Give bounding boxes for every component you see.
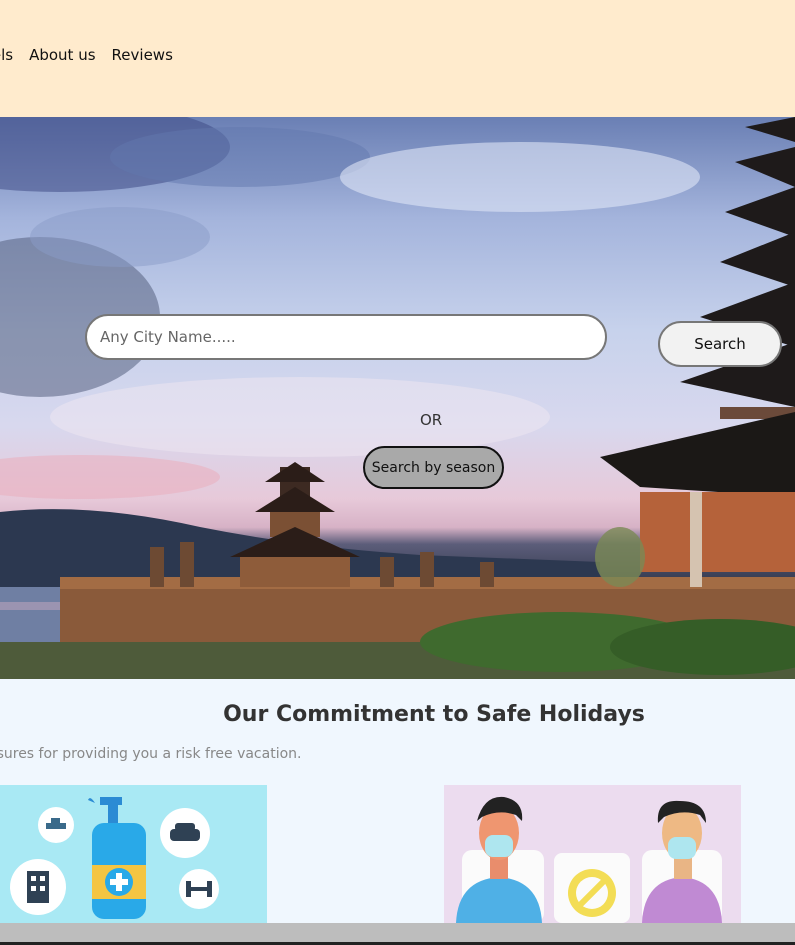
distancing-card [444,785,741,923]
horizontal-scrollbar[interactable] [0,923,795,945]
or-separator: OR [420,411,443,429]
commitment-subtitle: asures for providing you a risk free vac… [0,746,302,762]
search-by-season-button[interactable]: Search by season [363,446,504,489]
sanitizer-card [0,785,267,923]
sanitizer-illustration [10,797,219,919]
hero-banner: Search OR Search by season [0,117,795,679]
site-header: tels About us Reviews [0,0,795,117]
nav-link-hotels[interactable]: tels [0,46,13,64]
nav-link-reviews[interactable]: Reviews [112,46,173,64]
social-distancing-illustration [456,796,722,923]
search-button[interactable]: Search [658,321,782,367]
main-nav: tels About us Reviews [0,46,173,64]
temple-landscape-image [0,117,795,679]
nav-link-about-us[interactable]: About us [29,46,95,64]
city-search-input[interactable] [85,314,607,360]
commitment-title: Our Commitment to Safe Holidays [223,702,645,727]
